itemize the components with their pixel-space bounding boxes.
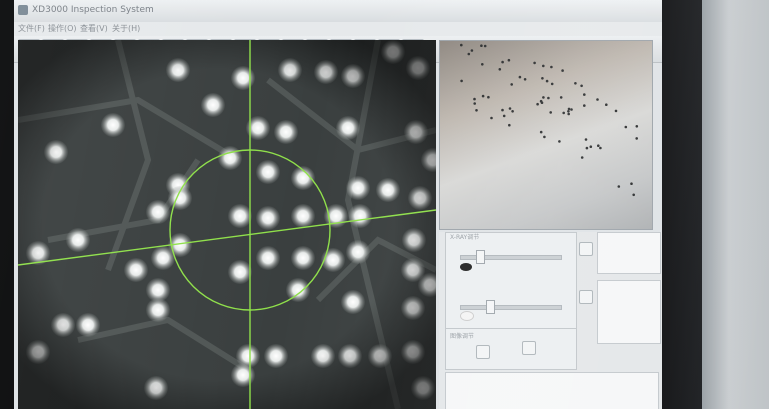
- preview-dot: [533, 61, 536, 65]
- preview-dot: [475, 109, 478, 112]
- readout-box-top: [597, 232, 661, 274]
- preview-dot: [542, 64, 545, 68]
- background-wall: [702, 0, 769, 409]
- xray-image: [18, 40, 436, 409]
- monitor-screen: XD3000 Inspection System 文件(F) 操作(O) 查看(…: [14, 0, 662, 409]
- preview-dot: [510, 83, 513, 86]
- preview-dot: [549, 111, 552, 114]
- preview-dot: [617, 185, 621, 188]
- preview-dot: [605, 103, 608, 106]
- preview-dot: [490, 116, 493, 120]
- preview-dot: [511, 110, 514, 113]
- preview-dot: [580, 156, 584, 159]
- preview-dot: [498, 68, 502, 71]
- menu-view[interactable]: 查看(V): [80, 23, 108, 34]
- title-bar: XD3000 Inspection System: [14, 0, 662, 22]
- preview-dot: [473, 102, 476, 105]
- preview-dot: [539, 130, 543, 134]
- preview-dot: [597, 144, 600, 147]
- preview-dot: [473, 97, 476, 101]
- ma-up-button[interactable]: [579, 290, 593, 304]
- preview-dot: [539, 99, 543, 103]
- preview-dot: [585, 146, 589, 150]
- xray-group-label: X-RAY调节: [450, 234, 480, 241]
- preview-dot: [583, 104, 586, 107]
- xray-image-viewer[interactable]: [18, 40, 436, 409]
- contrast-button[interactable]: [476, 345, 490, 359]
- preview-dot: [570, 108, 573, 111]
- preview-dot: [542, 96, 545, 99]
- menu-file[interactable]: 文件(F): [18, 23, 45, 34]
- preview-dot: [635, 125, 639, 128]
- preview-dot: [481, 63, 484, 66]
- preview-dot: [589, 145, 593, 148]
- ma-slider-knob[interactable]: [486, 300, 495, 314]
- preview-dot: [574, 82, 577, 85]
- preview-dot: [467, 52, 471, 56]
- preview-dot: [501, 60, 504, 64]
- preview-dot: [624, 125, 628, 129]
- preview-dot: [536, 102, 539, 106]
- preview-dot: [614, 109, 618, 113]
- preview-dot: [470, 49, 474, 52]
- readout-box-bottom: [597, 280, 661, 344]
- control-panel: X-RAY调节 图像调节: [439, 232, 662, 409]
- menu-about[interactable]: 关于(H): [112, 23, 140, 34]
- app-icon: [18, 5, 28, 15]
- preview-dot: [596, 98, 599, 101]
- preview-dot: [635, 137, 638, 140]
- preview-dot: [567, 112, 570, 116]
- preview-dot: [487, 95, 490, 99]
- ma-slider-track[interactable]: [460, 305, 562, 310]
- status-indicator: [460, 311, 474, 321]
- preview-dot: [545, 79, 549, 83]
- kv-up-button[interactable]: [579, 242, 593, 256]
- preview-image: [460, 43, 639, 197]
- kv-slider-knob[interactable]: [476, 250, 485, 264]
- image-group-label: 图像调节: [450, 333, 475, 340]
- preview-dot: [508, 107, 512, 110]
- preview-dot: [480, 44, 483, 47]
- preview-dot: [580, 84, 583, 88]
- preview-dot: [583, 93, 586, 96]
- image-adjust-group: 图像调节: [445, 328, 577, 370]
- preview-dot: [550, 65, 553, 69]
- preview-dot: [483, 44, 487, 48]
- power-indicator: [460, 263, 472, 271]
- brightness-button[interactable]: [522, 341, 536, 355]
- preview-dot: [567, 107, 571, 111]
- preview-dot: [562, 111, 565, 115]
- preview-dot: [481, 94, 485, 98]
- preview-dot: [630, 182, 633, 185]
- window-title: XD3000 Inspection System: [32, 5, 154, 15]
- camera-preview[interactable]: [439, 40, 653, 230]
- preview-dot: [518, 75, 522, 79]
- preview-dot: [501, 108, 504, 112]
- preview-dot: [507, 58, 511, 62]
- preview-dot: [541, 77, 544, 80]
- preview-dot: [599, 146, 602, 150]
- preview-dot: [508, 123, 511, 127]
- menu-operate[interactable]: 操作(O): [48, 23, 77, 34]
- preview-dot: [559, 96, 563, 99]
- preview-dot: [584, 138, 588, 141]
- preview-dot: [502, 114, 506, 118]
- preview-dot: [460, 79, 463, 83]
- monitor-bezel-left: [0, 0, 14, 409]
- preview-dot: [550, 82, 554, 86]
- preview-dot: [558, 140, 561, 143]
- preview-dot: [460, 43, 463, 47]
- preview-dot: [561, 69, 564, 72]
- preview-dot: [547, 96, 550, 100]
- preview-dot: [543, 135, 546, 139]
- monitor-bezel-right: [662, 0, 702, 409]
- menu-bar: 文件(F) 操作(O) 查看(V) 关于(H): [14, 22, 662, 36]
- preview-dot: [567, 110, 570, 113]
- status-field: [445, 372, 659, 409]
- preview-dot: [523, 78, 527, 81]
- preview-dot: [632, 193, 635, 197]
